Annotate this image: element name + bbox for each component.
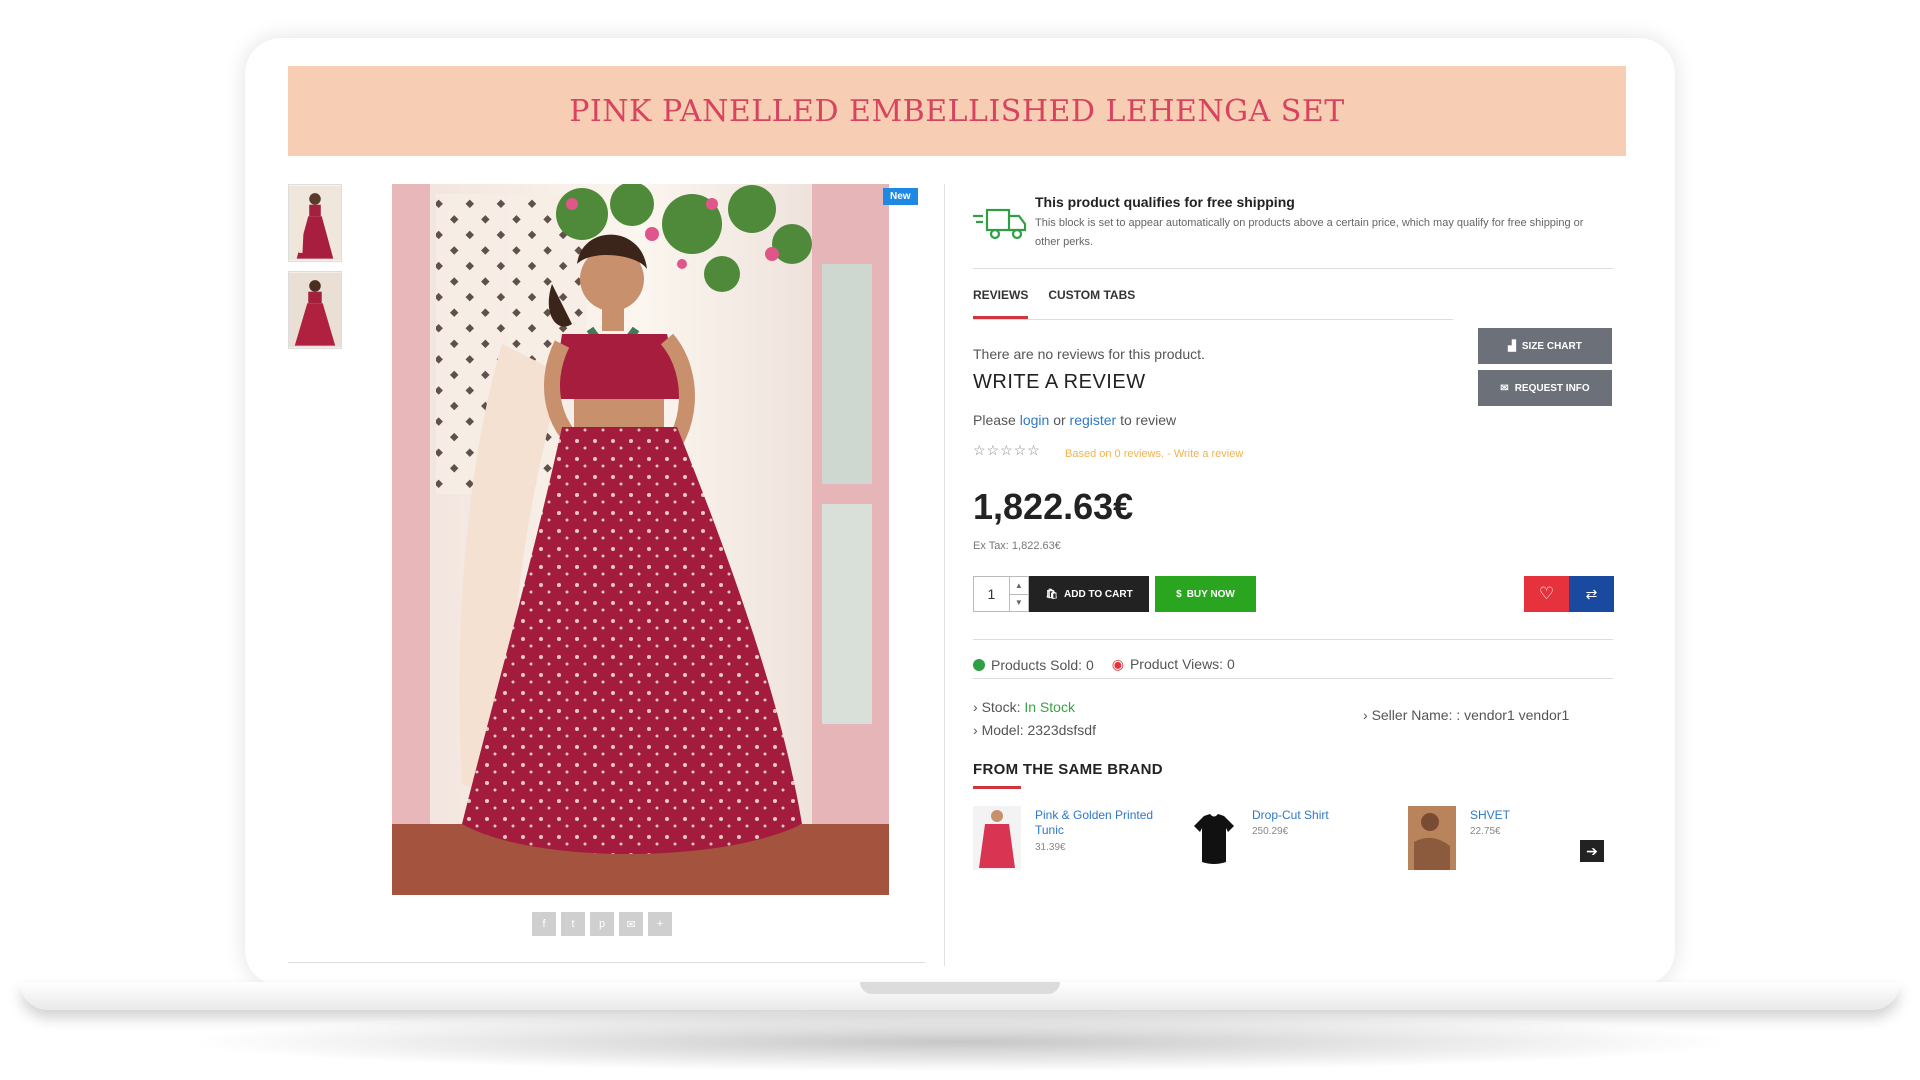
dollar-circle-icon: $ [1176,588,1182,600]
page: PINK PANELLED EMBELLISHED LEHENGA SET Ne… [0,0,1920,1080]
stock-label: Stock: [981,699,1021,715]
divider [288,962,925,963]
heart-icon: ♡ [1538,584,1555,603]
shopping-bag-icon: 🛍 [1045,588,1058,600]
shvet-image [1408,806,1456,870]
brand-product-2[interactable]: Drop-Cut Shirt 250.29€ [1190,806,1390,872]
product-image[interactable] [973,806,1021,870]
pinterest-icon[interactable]: p [590,912,614,936]
seller-line: › Seller Name: : vendor1 vendor1 [1363,707,1570,723]
model-text: Model: 2323dsfsdf [981,722,1096,738]
product-name[interactable]: Pink & Golden Printed Tunic [1035,808,1175,838]
chevron-up-icon[interactable]: ▲ [1010,577,1028,594]
stock-status: In Stock [1024,699,1075,715]
shipping-title: This product qualifies for free shipping [1035,194,1295,210]
login-prompt: Please login or register to review [973,412,1176,428]
login-link[interactable]: login [1020,412,1050,428]
tunic-image [973,806,1021,870]
buy-now-button[interactable]: $ BUY NOW [1155,576,1256,612]
size-chart-button[interactable]: ▟ SIZE CHART [1478,328,1612,364]
divider [973,268,1613,269]
thumbnail-2[interactable] [288,271,342,349]
eye-icon: ◉ [1111,656,1124,672]
laptop-notch [860,982,1060,994]
chevron-down-icon[interactable]: ▼ [1009,593,1028,612]
ex-tax-price: Ex Tax: 1,822.63€ [973,540,1061,552]
heading-underline [973,786,1021,789]
review-summary-link[interactable]: Based on 0 reviews. - Write a review [1065,448,1243,460]
stock-info: › Stock: In Stock › Model: 2323dsfsdf [973,696,1096,742]
brand-product-3[interactable]: SHVET 22.75€ [1408,806,1608,872]
wishlist-button[interactable]: ♡ [1524,576,1569,612]
thumbnail-1[interactable] [288,184,342,262]
compare-icon: ⇄ [1585,585,1598,602]
product-price: 22.75€ [1470,826,1501,837]
product-price: 31.39€ [1035,842,1066,853]
lehenga-model-image [392,184,889,895]
truck-icon [973,208,1027,240]
same-brand-heading: FROM THE SAME BRAND [973,761,1163,778]
quantity-arrows: ▲ ▼ [1008,577,1028,612]
twitter-icon[interactable]: t [561,912,585,936]
register-link[interactable]: register [1070,412,1117,428]
model-line: › Model: 2323dsfsdf [973,722,1096,738]
ruler-icon: ▟ [1508,340,1516,352]
product-image[interactable] [1190,806,1238,870]
product-price: 250.29€ [1252,826,1289,837]
shirt-image [1190,806,1238,870]
product-price: 1,822.63€ [973,486,1134,527]
envelope-icon: ✉ [1500,382,1509,394]
product-views: ◉ Product Views: 0 [1112,656,1235,673]
new-badge: New [883,188,918,205]
or-text: or [1053,412,1066,428]
next-arrow-icon[interactable]: ➔ [1580,840,1604,862]
request-info-label: REQUEST INFO [1514,382,1590,394]
product-title: PINK PANELLED EMBELLISHED LEHENGA SET [569,93,1345,129]
product-stats: Products Sold: 0 ◉ Product Views: 0 [973,656,1235,673]
quantity-stepper[interactable]: 1 ▲ ▼ [973,576,1029,612]
product-image[interactable] [1408,806,1456,870]
screen: PINK PANELLED EMBELLISHED LEHENGA SET Ne… [288,66,1626,966]
request-info-button[interactable]: ✉ REQUEST INFO [1478,370,1612,406]
rating-stars: ☆☆☆☆☆ [973,442,1041,458]
tab-reviews[interactable]: REVIEWS [973,288,1029,319]
laptop-shadow [180,1012,1740,1072]
brand-product-1[interactable]: Pink & Golden Printed Tunic 31.39€ [973,806,1173,872]
product-tabs: REVIEWS CUSTOM TABS [973,288,1135,319]
no-reviews-text: There are no reviews for this product. [973,346,1205,362]
divider [973,678,1613,679]
add-to-cart-button[interactable]: 🛍 ADD TO CART [1029,576,1149,612]
tabs-divider [973,319,1453,320]
tab-custom-tabs[interactable]: CUSTOM TABS [1048,288,1135,319]
quantity-input[interactable]: 1 [974,577,1009,611]
product-views-text: Product Views: 0 [1129,656,1235,672]
lehenga-thumbnail-image [289,272,341,348]
compare-button[interactable]: ⇄ [1569,576,1614,612]
main-product-image[interactable] [392,184,889,895]
share-bar: f t p ✉ + [532,912,672,936]
write-review-heading: WRITE A REVIEW [973,371,1146,393]
plus-icon[interactable]: + [648,912,672,936]
title-banner: PINK PANELLED EMBELLISHED LEHENGA SET [288,66,1626,156]
column-divider [944,184,945,966]
products-sold-text: Products Sold: 0 [991,656,1094,673]
email-icon[interactable]: ✉ [619,912,643,936]
add-to-cart-label: ADD TO CART [1064,588,1133,600]
stock-line: › Stock: In Stock [973,699,1075,715]
facebook-icon[interactable]: f [532,912,556,936]
seller-name: Seller Name: : vendor1 vendor1 [1371,707,1570,723]
shipping-description: This block is set to appear automaticall… [1035,217,1584,248]
size-chart-label: SIZE CHART [1521,340,1582,352]
buy-now-label: BUY NOW [1186,588,1235,600]
divider [973,639,1613,640]
please-text: Please [973,412,1016,428]
products-sold: Products Sold: 0 [973,657,1094,673]
product-name[interactable]: Drop-Cut Shirt [1252,808,1392,823]
product-name[interactable]: SHVET [1470,808,1610,823]
to-review-text: to review [1120,412,1177,428]
dollar-icon [973,658,985,671]
lehenga-thumbnail-image [289,185,341,261]
